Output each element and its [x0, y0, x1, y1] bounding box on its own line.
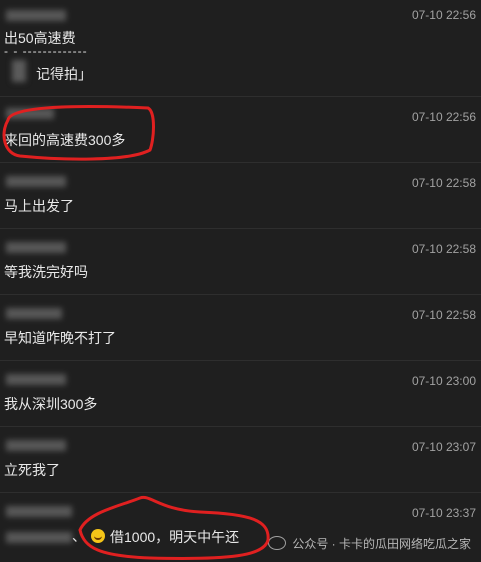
message-item: 07-10 22:58 马上出发了 [0, 162, 481, 229]
message-time: 07-10 22:58 [411, 176, 476, 190]
sender-name-blurred [6, 108, 54, 119]
message-text: 等我洗完好吗 [4, 264, 88, 280]
mention-blurred [6, 532, 72, 543]
watermark-text: 公众号 · 卡卡的瓜田网络吃瓜之家 [292, 537, 471, 551]
message-time: 07-10 22:56 [411, 110, 476, 124]
sender-name-blurred [6, 10, 66, 21]
message-item: 07-10 22:58 早知道咋晚不打了 [0, 294, 481, 361]
message-text: 立死我了 [4, 462, 60, 478]
message-time: 07-10 22:58 [411, 242, 476, 256]
message-text: 我从深圳300多 [4, 396, 98, 412]
quoted-text: 记得拍」 [36, 66, 92, 82]
message-text: 借1000，明天中午还 [110, 529, 240, 545]
quote-blurred [12, 60, 26, 82]
message-time: 07-10 23:07 [411, 440, 476, 454]
message-prefix: 、 [72, 528, 86, 544]
message-time: 07-10 23:00 [411, 374, 476, 388]
message-item: 07-10 22:56 出50高速费 - - ------------- 记得拍… [0, 0, 481, 97]
sender-name-blurred [6, 374, 66, 385]
message-item: 07-10 22:58 等我洗完好吗 [0, 228, 481, 295]
message-text: 来回的高速费300多 [4, 132, 126, 148]
message-item: 07-10 22:56 来回的高速费300多 [0, 96, 481, 163]
wechat-icon [268, 536, 287, 550]
message-text: 马上出发了 [4, 198, 74, 214]
message-time: 07-10 22:56 [411, 8, 476, 22]
quote-divider: - - ------------- [4, 44, 88, 58]
sender-name-blurred [6, 176, 66, 187]
message-time: 07-10 23:37 [411, 506, 476, 520]
sender-name-blurred [6, 440, 66, 451]
message-item: 07-10 23:07 立死我了 [0, 426, 481, 493]
message-time: 07-10 22:58 [411, 308, 476, 322]
message-item: 07-10 23:00 我从深圳300多 [0, 360, 481, 427]
sender-name-blurred [6, 242, 66, 253]
message-text: 早知道咋晚不打了 [4, 330, 116, 346]
sender-name-blurred [6, 308, 62, 319]
laughing-face-icon [91, 529, 105, 543]
sender-name-blurred [6, 506, 72, 517]
watermark: 公众号 · 卡卡的瓜田网络吃瓜之家 [268, 535, 471, 552]
